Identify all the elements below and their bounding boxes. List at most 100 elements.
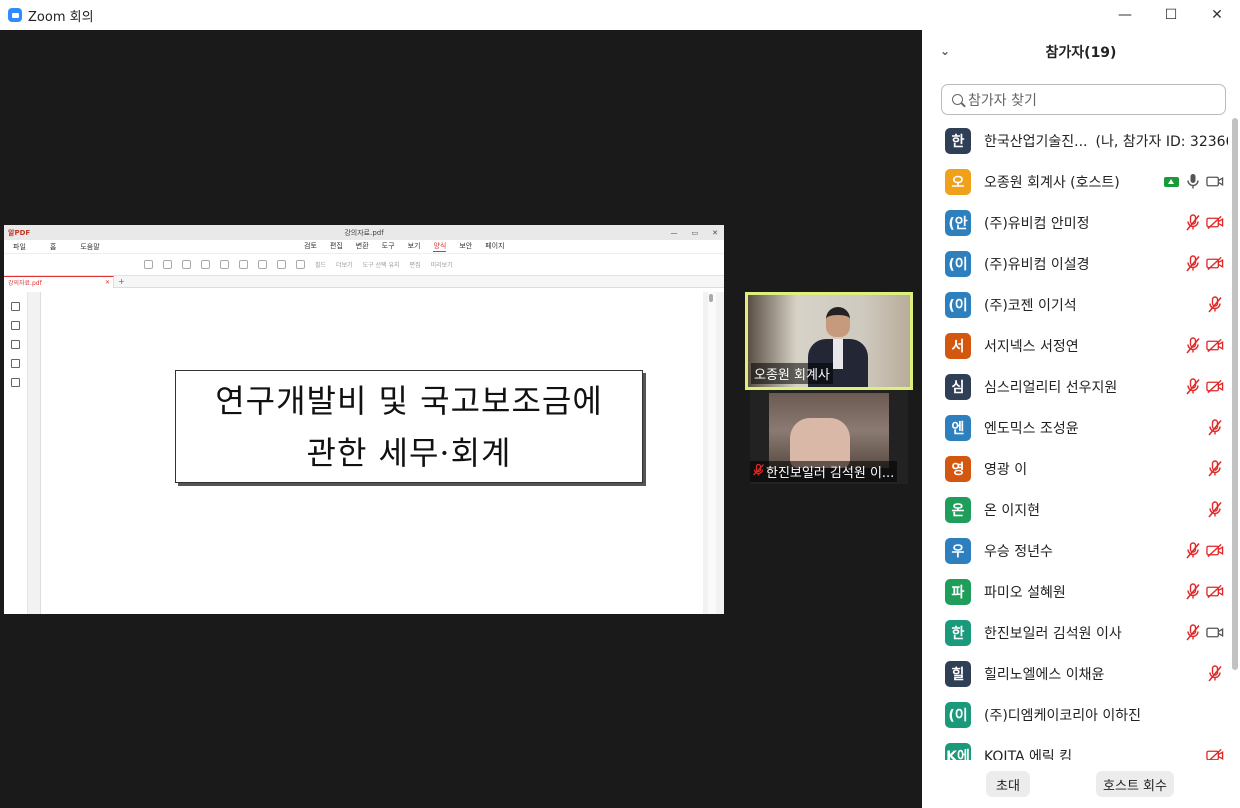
pdf-tool-icon: [201, 260, 210, 269]
pdf-menu-item: 도움말: [80, 242, 100, 251]
participant-name-text: (주)디엠케이코리아 이하진: [984, 707, 1142, 724]
avatar: 우: [945, 537, 971, 564]
participant-name: (주)코젠 이기석: [984, 295, 1077, 315]
participant-name: 온 이지현: [984, 500, 1040, 520]
bookmark-icon: [11, 321, 20, 330]
participant-name: 엔도믹스 조성윤: [984, 418, 1079, 438]
video-off-icon: [1206, 747, 1224, 760]
avatar: K에: [945, 742, 971, 760]
window-title: Zoom 회의: [28, 9, 94, 25]
participant-row[interactable]: 온 온 이지현: [922, 489, 1228, 530]
pdf-menu-item: 보안: [459, 242, 473, 250]
participant-row[interactable]: 심 심스리얼리티 선우지원: [922, 366, 1228, 407]
pdf-tool-icon: [182, 260, 191, 269]
video-off-icon: [1206, 583, 1224, 601]
participant-row[interactable]: 한 한국산업기술진... (나, 참가자 ID: 323664): [922, 120, 1228, 161]
avatar: 서: [945, 332, 971, 359]
participant-row[interactable]: 오 오종원 회계사 (호스트): [922, 161, 1228, 202]
participant-row[interactable]: (이 (주)유비컴 이설경: [922, 243, 1228, 284]
pdf-sidebar: [4, 292, 28, 614]
pdf-tab-label: 강의자료.pdf: [8, 279, 42, 287]
avatar: (이: [945, 291, 971, 318]
maximize-button[interactable]: ☐: [1148, 0, 1194, 30]
pdf-minimize-icon: —: [670, 228, 678, 237]
participant-row[interactable]: (이 (주)디엠케이코리아 이하진: [922, 694, 1228, 735]
avatar: 한: [945, 127, 971, 154]
avatar: 힐: [945, 660, 971, 687]
chevron-down-icon[interactable]: ⌄: [940, 44, 950, 58]
avatar: (안: [945, 209, 971, 236]
attachment-icon: [11, 359, 20, 368]
shared-screen: 알PDF 강의자료.pdf — ▭ ✕ 파일 홈 도움말 검토 편집 변환 도구 보기 양식 보안 페…: [4, 225, 724, 614]
slide-title-line2: 관한 세무·회계: [306, 433, 512, 472]
participant-name-text: 파미오 설혜원: [984, 584, 1066, 601]
mic-muted-icon: [1206, 419, 1224, 437]
participant-name-text: 심스리얼리티 선우지원: [984, 379, 1118, 396]
comment-icon: [11, 340, 20, 349]
pdf-tabbar: 강의자료.pdf ✕ +: [4, 275, 724, 288]
title-bar: Zoom 회의 — ☐ ✕: [0, 0, 1240, 30]
close-button[interactable]: ✕: [1194, 0, 1240, 30]
pdf-menu-item: 파일: [13, 242, 26, 251]
avatar: 엔: [945, 414, 971, 441]
mic-muted-icon: [1206, 296, 1224, 314]
avatar: 오: [945, 168, 971, 195]
participant-name-text: KOITA 에릭 킴: [984, 748, 1073, 761]
mic-muted-icon: [1206, 665, 1224, 683]
reclaim-host-button[interactable]: 호스트 회수: [1096, 771, 1174, 797]
pdf-restore-icon: ▭: [691, 228, 699, 237]
participants-panel: ⌄ 참가자(19) 참가자 찾기 한 한국산업기술진... (나, 참가자 ID: …: [922, 30, 1240, 808]
participant-scrollbar[interactable]: [1230, 118, 1238, 758]
pdf-menubar: 파일 홈 도움말 검토 편집 변환 도구 보기 양식 보안 페이지: [4, 240, 724, 254]
participant-name-text: 우승 정년수: [984, 543, 1053, 560]
participant-name: 파미오 설혜원: [984, 582, 1066, 602]
window-controls: — ☐ ✕: [1102, 0, 1240, 30]
participant-status-icons: [1184, 214, 1224, 232]
participant-name-text: 한진보일러 김석원 이사: [984, 625, 1122, 642]
pdf-titlebar: 알PDF 강의자료.pdf — ▭ ✕: [4, 225, 724, 240]
pdf-window-controls: — ▭ ✕: [671, 229, 719, 237]
participant-status-icons: [1184, 255, 1224, 273]
panel-title: 참가자(19): [1045, 45, 1117, 61]
participant-name-text: 오종원 회계사 (호스트): [984, 174, 1120, 191]
participant-row[interactable]: (안 (주)유비컴 안미정: [922, 202, 1228, 243]
participant-row[interactable]: 엔 엔도믹스 조성윤: [922, 407, 1228, 448]
new-tab-icon: +: [118, 277, 125, 286]
video-off-icon: [1206, 255, 1224, 273]
invite-button[interactable]: 초대: [986, 771, 1030, 797]
pdf-tool-icon: [144, 260, 153, 269]
video-tile[interactable]: 한진보일러 김석원 이...: [750, 390, 908, 484]
participant-status-icons: [1184, 337, 1224, 355]
pdf-tool-label: 편집: [409, 262, 421, 269]
participant-name: 힐리노엘에스 이채윤: [984, 664, 1104, 684]
participant-row[interactable]: K에 KOITA 에릭 킴: [922, 735, 1228, 760]
participant-row[interactable]: 영 영광 이: [922, 448, 1228, 489]
participant-row[interactable]: 힐 힐리노엘에스 이채윤: [922, 653, 1228, 694]
participant-row[interactable]: 파 파미오 설혜원: [922, 571, 1228, 612]
panel-header: ⌄ 참가자(19): [922, 30, 1240, 74]
participant-status-icons: [1206, 419, 1224, 437]
participant-status-icons: [1206, 460, 1224, 478]
participant-row[interactable]: 우 우승 정년수: [922, 530, 1228, 571]
slide-title-box: 연구개발비 및 국고보조금에 관한 세무·회계: [175, 370, 643, 483]
minimize-button[interactable]: —: [1102, 0, 1148, 30]
mic-muted-icon: [1184, 255, 1202, 273]
mic-icon: [1184, 173, 1202, 191]
mic-muted-icon: [1184, 214, 1202, 232]
pdf-menu-item: 홈: [49, 242, 57, 251]
participant-row[interactable]: (이 (주)코젠 이기석: [922, 284, 1228, 325]
pdf-page: 연구개발비 및 국고보조금에 관한 세무·회계: [40, 292, 703, 614]
video-tile-active-speaker[interactable]: 오종원 회계사: [745, 292, 913, 390]
pdf-tool-label: 필드: [315, 262, 327, 269]
participant-name: 한국산업기술진... (나, 참가자 ID: 323664): [984, 131, 1228, 151]
video-name-label: 한진보일러 김석원 이...: [750, 461, 898, 482]
thumbnail-icon: [11, 302, 20, 311]
pdf-toolbar: 필드 더보기 도구 선택 유지 편집 미리보기: [4, 254, 724, 276]
pdf-close-icon: ✕: [712, 228, 718, 237]
participant-search-input[interactable]: 참가자 찾기: [941, 84, 1226, 115]
pdf-menu-item: 변환: [355, 242, 369, 250]
tab-close-icon: ✕: [104, 278, 110, 286]
participant-row[interactable]: 한 한진보일러 김석원 이사: [922, 612, 1228, 653]
participant-row[interactable]: 서 서지넥스 서정연: [922, 325, 1228, 366]
participant-name: 우승 정년수: [984, 541, 1053, 561]
